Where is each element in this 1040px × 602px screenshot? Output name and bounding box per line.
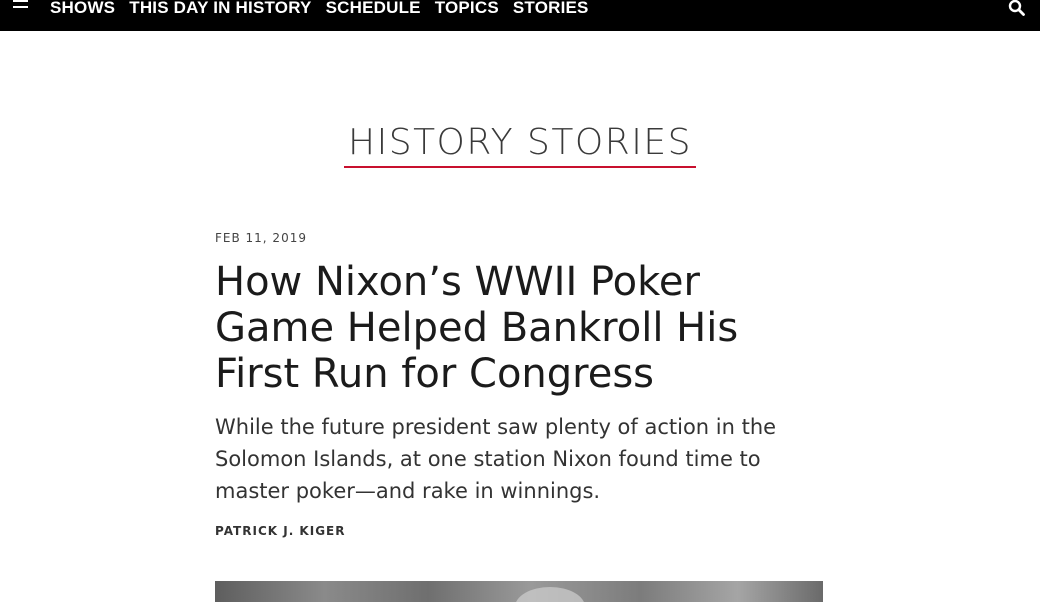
search-icon[interactable] — [1008, 0, 1026, 17]
nav-item-shows[interactable]: SHOWS — [50, 0, 115, 19]
article-summary: While the future president saw plenty of… — [215, 415, 777, 503]
nav-item-this-day-in-history[interactable]: THIS DAY IN HISTORY — [129, 0, 311, 19]
nav-item-stories[interactable]: STORIES — [513, 0, 589, 19]
main-nav: SHOWS THIS DAY IN HISTORY SCHEDULE TOPIC… — [50, 0, 589, 19]
article-date: FEB 11, 2019 — [215, 231, 307, 245]
section-title: HISTORY STORIES — [344, 121, 696, 169]
nav-item-topics[interactable]: TOPICS — [435, 0, 499, 19]
nav-item-schedule[interactable]: SCHEDULE — [326, 0, 421, 19]
hamburger-menu-icon[interactable] — [13, 0, 31, 16]
article-headline: How Nixon’s WWII Poker Game Helped Bankr… — [215, 259, 739, 397]
article-hero-image — [215, 581, 823, 602]
section-header: HISTORY STORIES — [0, 97, 1040, 192]
article-byline[interactable]: PATRICK J. KIGER — [215, 523, 825, 539]
article-header: FEB 11, 2019 How Nixon’s WWII Poker Game… — [215, 230, 825, 539]
top-navigation-bar: SHOWS THIS DAY IN HISTORY SCHEDULE TOPIC… — [0, 0, 1040, 31]
